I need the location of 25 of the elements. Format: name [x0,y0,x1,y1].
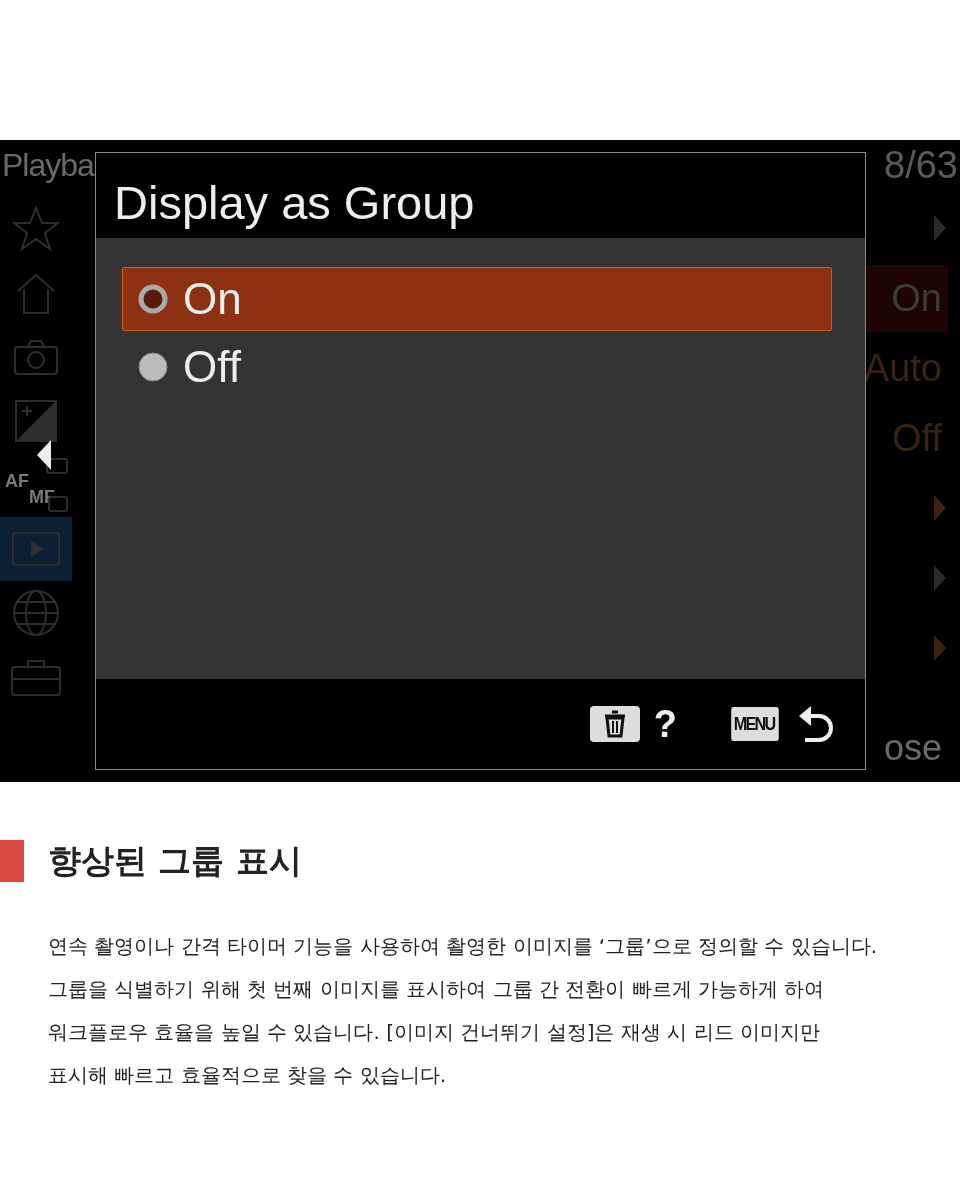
camera-icon [12,337,60,377]
page-counter: 8/63 [883,143,959,188]
body-paragraph: 연속 촬영이나 간격 타이머 기능을 사용하여 촬영한 이미지를 ‘그룹’으로 정의할 수 있습니다. 그룹을 식별하기 위해 첫 번째 이미지를 표시하여 그룹 간 전환이 빠르게 가능하게 하여 워크플로우 효율을 높일 수 있습니다. [이미지 건너뛰기 설정]은 재생 시 리드 이미지만 표시해 빠르고 효율적으로 찾을 수 있습니다. [48,933,878,1089]
trash-icon [589,706,640,742]
setting-value: Off [891,415,943,461]
globe-icon [11,588,61,638]
menu-footer-text: ose [883,726,943,770]
option-row[interactable]: Off [122,335,832,399]
exposure-icon [12,397,60,445]
dialog-title: Display as Group [113,175,476,231]
setting-value: Auto [862,345,943,391]
heading-marker [0,840,24,882]
left-arrow-icon [36,439,52,471]
return-arrow-icon [799,706,833,742]
option-row[interactable]: On [122,267,832,331]
menu-key-icon: MENU [731,707,779,741]
radio-icon [137,283,169,315]
menu-title: Playba [1,146,94,185]
toolbox-icon [10,657,62,697]
star-icon [12,205,60,253]
radio-icon [137,351,169,383]
section-heading: 향상된 그룹 표시 [48,839,302,882]
menu-tab[interactable] [0,517,72,581]
play-icon [11,531,61,567]
help-icon: ? [653,702,678,746]
